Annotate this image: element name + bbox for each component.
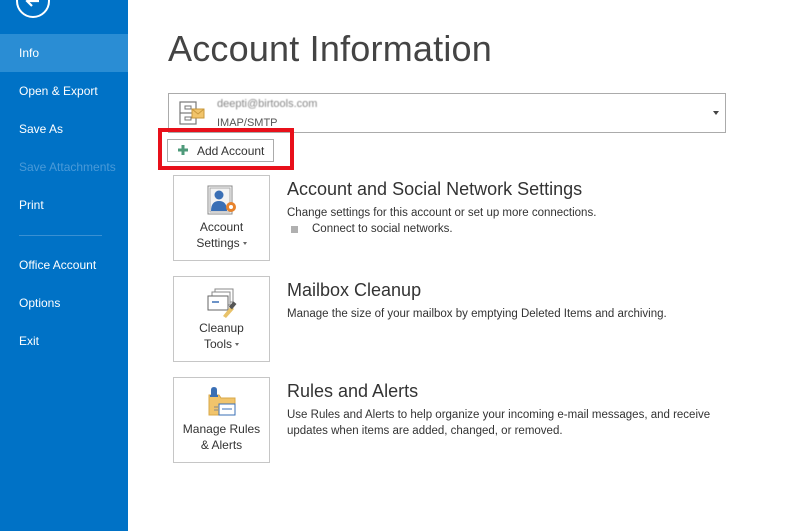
page-title: Account Information: [168, 28, 492, 69]
add-account-button[interactable]: Add Account: [167, 139, 274, 162]
email-account-icon: [179, 101, 205, 125]
caret-down-icon: [242, 242, 247, 246]
tile-label-line2: & Alerts: [200, 438, 243, 452]
rules-alerts-icon: [208, 387, 236, 416]
section-title: Rules and Alerts: [287, 381, 419, 401]
back-arrow-icon: [25, 0, 39, 7]
tile-label-line1: Account: [199, 220, 244, 234]
manage-rules-alerts-button[interactable]: Manage Rules & Alerts: [173, 377, 270, 463]
caret-down-icon: [235, 343, 239, 347]
social-networks-link[interactable]: Connect to social networks.: [312, 223, 453, 235]
section-description: Manage the size of your mailbox by empty…: [287, 308, 667, 320]
account-settings-icon: [207, 185, 236, 215]
back-button[interactable]: [16, 0, 50, 18]
section-title: Mailbox Cleanup: [287, 280, 422, 300]
bullet-icon: [291, 226, 298, 233]
account-email: deepti@birtools.com: [217, 98, 318, 110]
section-title: Account and Social Network Settings: [287, 179, 583, 199]
plus-icon: [178, 145, 188, 155]
backstage-sidebar: Info Open & Export Save As Save Attachme…: [0, 0, 128, 531]
account-settings-button[interactable]: Account Settings: [173, 175, 270, 261]
tile-label-line1: Cleanup: [199, 321, 244, 335]
nav-open-export[interactable]: Open & Export: [0, 72, 128, 110]
nav-office-account[interactable]: Office Account: [0, 246, 128, 284]
nav-save-attachments: Save Attachments: [19, 160, 116, 174]
nav-exit[interactable]: Exit: [0, 322, 128, 360]
chevron-down-icon: [713, 111, 719, 115]
nav-save-as[interactable]: Save As: [0, 110, 128, 148]
account-selector-dropdown[interactable]: deepti@birtools.com IMAP/SMTP: [168, 93, 726, 133]
section-description: Use Rules and Alerts to help organize yo…: [287, 409, 711, 437]
nav-divider: [19, 235, 102, 236]
nav-print[interactable]: Print: [0, 186, 128, 224]
tile-label-line2: Settings: [174, 236, 269, 250]
cleanup-tools-icon: [207, 288, 237, 318]
add-account-label: Add Account: [197, 144, 265, 158]
section-description: Change settings for this account or set …: [287, 207, 597, 219]
cleanup-tools-button[interactable]: Cleanup Tools: [173, 276, 270, 362]
nav-info[interactable]: Info: [0, 34, 128, 72]
nav-options[interactable]: Options: [0, 284, 128, 322]
tile-label-line2: Tools: [174, 337, 269, 351]
tile-label-line1: Manage Rules: [182, 422, 261, 436]
